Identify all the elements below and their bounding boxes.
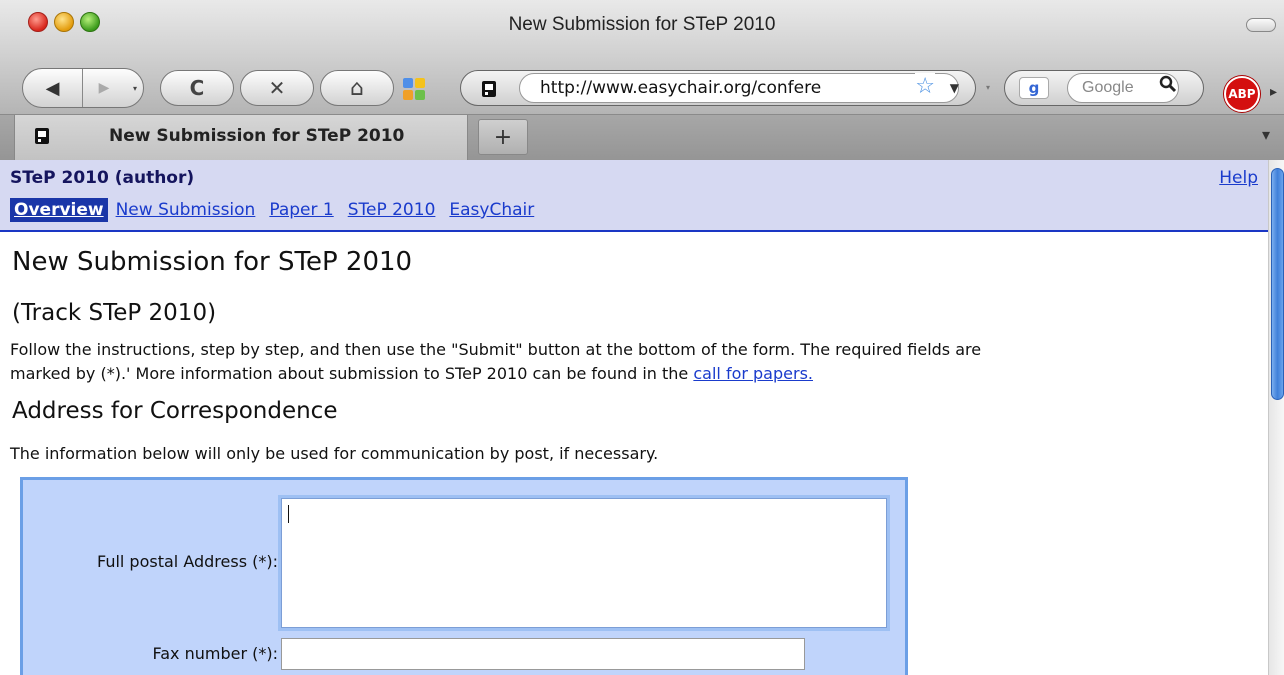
menu-item-new-submission[interactable]: New Submission [116,198,262,222]
call-for-papers-link[interactable]: call for papers. [693,364,813,383]
toolbar-overflow-icon[interactable]: ▸ [1270,84,1277,100]
section-info: The information below will only be used … [10,444,659,463]
instructions-line-1: Follow the instructions, step by step, a… [10,340,982,359]
page-content: STeP 2010 (author) Help Overview New Sub… [0,160,1284,675]
tab-new-submission[interactable]: New Submission for STeP 2010 [14,115,468,161]
home-icon: ⌂ [350,75,364,101]
conference-role-title: STeP 2010 (author) [10,168,195,188]
toolbar-toggle-button[interactable] [1246,18,1276,32]
back-arrow-icon: ◀ [45,77,60,99]
scrollbar-thumb[interactable] [1271,168,1284,400]
tab-label: New Submission for STeP 2010 [109,126,405,146]
instructions-line-2: marked by (*).' More information about s… [10,362,1250,386]
browser-toolbar: ◀ ▶ ▾ C ✕ ⌂ http://www.easychair.org/con… [0,58,1284,114]
easychair-header: STeP 2010 (author) Help Overview New Sub… [0,160,1268,232]
instructions-line-2-text: marked by (*).' More information about s… [10,364,694,383]
menu-item-easychair[interactable]: EasyChair [449,198,540,222]
instructions-text: Follow the instructions, step by step, a… [10,338,1250,386]
window-title: New Submission for STeP 2010 [508,14,776,35]
back-button[interactable]: ◀ [23,69,83,107]
menu-item-paper-1[interactable]: Paper 1 [269,198,339,222]
reload-icon: C [189,76,205,100]
forward-button[interactable]: ▶ [83,69,125,107]
adblock-button[interactable]: ABP [1224,76,1260,112]
postal-address-label: Full postal Address (*): [96,552,278,571]
section-title: Address for Correspondence [12,398,338,424]
search-bar: g Google [1004,70,1204,106]
postal-address-textarea[interactable] [281,498,887,628]
text-caret [288,505,289,523]
url-dropdown-icon[interactable]: ▼ [950,73,959,103]
tab-favicon-icon [31,125,53,147]
track-subtitle: (Track STeP 2010) [12,300,217,326]
page-title: New Submission for STeP 2010 [12,247,413,277]
site-identity-icon[interactable] [479,79,499,99]
history-nav-group: ◀ ▶ ▾ [22,68,144,108]
stop-button[interactable]: ✕ [240,70,314,106]
menu-item-overview[interactable]: Overview [10,198,108,222]
reload-button[interactable]: C [160,70,234,106]
stop-icon: ✕ [268,76,286,100]
search-icon[interactable] [1159,75,1177,98]
tab-strip: New Submission for STeP 2010 + ▾ [0,114,1284,161]
main-menu: Overview New Submission Paper 1 STeP 201… [10,198,548,222]
url-input[interactable]: http://www.easychair.org/confere [519,73,959,103]
address-form: Full postal Address (*): Fax number (*): [20,477,908,675]
help-link[interactable]: Help [1219,168,1258,188]
window-titlebar: New Submission for STeP 2010 [0,0,1284,58]
bookmark-star-icon[interactable]: ☆ [915,73,935,101]
menu-item-step-2010[interactable]: STeP 2010 [348,198,442,222]
forward-arrow-icon: ▶ [98,80,110,96]
address-bar: http://www.easychair.org/confere ☆ ▼ [460,70,976,106]
separator-dropdown-icon[interactable]: ▾ [986,83,990,92]
chevron-down-icon: ▾ [132,83,137,93]
tab-list-icon[interactable]: ▾ [1262,125,1270,144]
fax-number-input[interactable] [281,638,805,670]
history-dropdown-button[interactable]: ▾ [127,69,143,107]
search-engine-icon[interactable]: g [1019,77,1049,99]
new-tab-button[interactable]: + [478,119,528,155]
fax-number-label: Fax number (*): [152,644,279,663]
apps-grid-icon[interactable] [403,78,425,100]
home-button[interactable]: ⌂ [320,70,394,106]
vertical-scrollbar[interactable] [1268,160,1284,675]
